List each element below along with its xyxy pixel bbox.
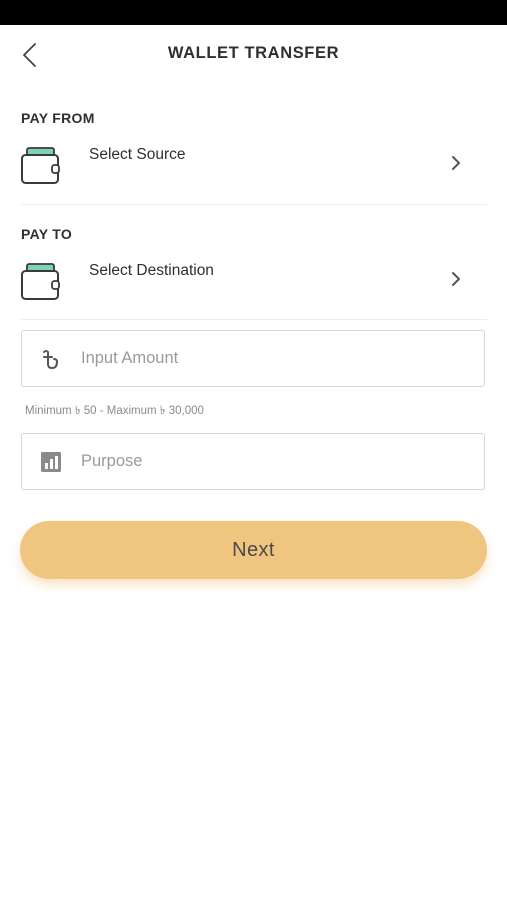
select-source-text: Select Source <box>89 146 186 163</box>
select-destination-text: Select Destination <box>89 262 214 279</box>
amount-limit-hint: Minimum ৳ 50 - Maximum ৳ 30,000 <box>25 405 204 417</box>
page-title: WALLET TRANSFER <box>167 44 340 62</box>
wallet-icon <box>21 147 60 184</box>
amount-field[interactable] <box>21 330 485 387</box>
pay-to-label: PAY TO <box>21 226 73 242</box>
divider <box>21 204 487 205</box>
next-button[interactable]: Next <box>20 521 487 579</box>
purpose-input[interactable] <box>79 451 443 472</box>
chevron-right-icon <box>452 156 460 170</box>
purpose-field[interactable] <box>21 433 485 490</box>
purpose-chart-icon <box>39 450 63 474</box>
pay-from-label: PAY FROM <box>21 110 95 126</box>
header: WALLET TRANSFER <box>0 25 507 85</box>
chevron-right-icon <box>452 272 460 286</box>
select-source-row[interactable]: Select Source <box>0 146 507 218</box>
amount-input[interactable] <box>79 348 443 369</box>
taka-currency-icon <box>39 347 63 371</box>
divider <box>21 319 487 320</box>
wallet-icon <box>21 263 60 300</box>
select-destination-row[interactable]: Select Destination <box>0 262 507 334</box>
status-bar <box>0 0 507 25</box>
